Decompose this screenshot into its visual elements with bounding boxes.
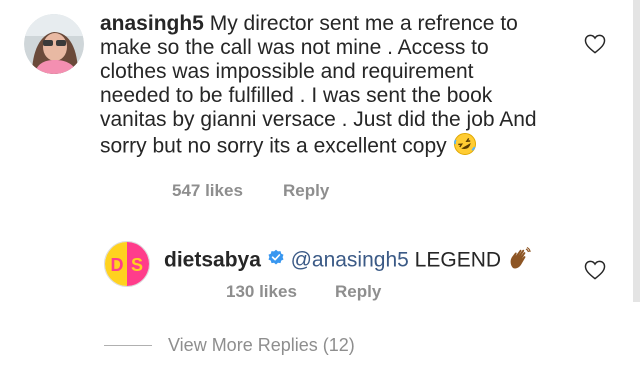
verified-badge-icon [267, 249, 285, 273]
reply-reply-button[interactable]: Reply [335, 282, 381, 302]
avatar-initial-d: D [111, 255, 124, 275]
scroll-edge [633, 0, 640, 302]
comment-heart-icon[interactable] [584, 34, 606, 59]
reply-heart-icon[interactable] [584, 260, 606, 285]
comment-reply-button[interactable]: Reply [283, 181, 329, 201]
waving-hand-emoji-icon [507, 246, 531, 276]
view-more-divider [104, 345, 152, 346]
comment-body: anasingh5 My director sent me a refrence… [100, 12, 540, 162]
avatar-initial-s: S [131, 255, 143, 275]
avatar-anasingh5[interactable] [24, 14, 84, 74]
avatar-dietsabya[interactable]: D S [104, 241, 150, 287]
reply-text: LEGEND [414, 248, 502, 272]
reply-like-count[interactable]: 130 likes [226, 282, 297, 302]
reply-username[interactable]: dietsabya [164, 249, 261, 272]
reply-mention-link[interactable]: @anasingh5 [291, 249, 409, 272]
view-more-replies-button[interactable]: View More Replies (12) [168, 335, 355, 356]
comment-like-count[interactable]: 547 likes [172, 181, 243, 201]
rolling-on-floor-laughing-emoji-icon [453, 132, 477, 162]
comment-username[interactable]: anasingh5 [100, 12, 204, 35]
reply-body: dietsabya @anasingh5 LEGEND [164, 246, 574, 276]
